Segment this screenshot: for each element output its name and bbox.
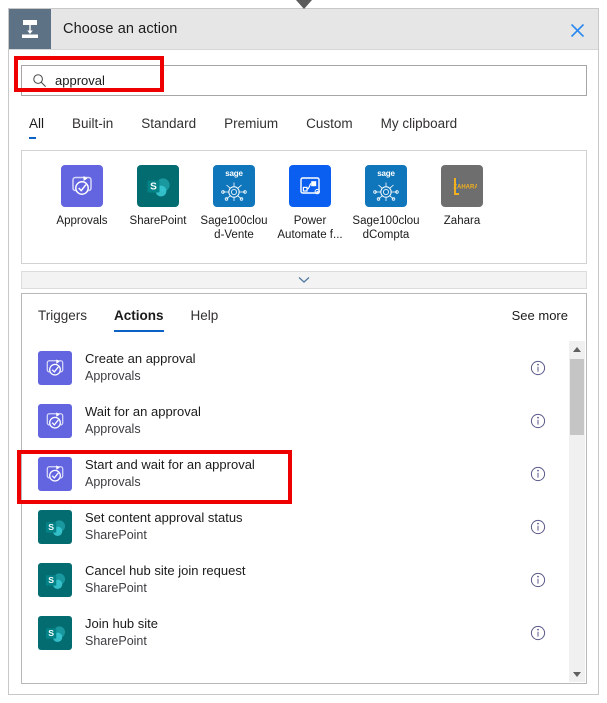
list-item-text: Set content approval status SharePoint (85, 509, 243, 544)
connector-label: Sage100cloud-Vente (200, 215, 268, 241)
list-item-title: Set content approval status (85, 510, 243, 525)
list-item-title: Start and wait for an approval (85, 457, 255, 472)
tab-actions[interactable]: Actions (114, 308, 164, 332)
connector-label: SharePoint (129, 215, 187, 227)
connector-filter-tabs: All Built-in Standard Premium Custom My … (29, 116, 586, 146)
connector-results-panel: Approvals S SharePoint sage Sage100cloud… (21, 150, 587, 264)
scroll-up-arrow-icon[interactable] (569, 341, 585, 357)
chevron-down-icon (298, 271, 310, 289)
tab-standard[interactable]: Standard (141, 116, 196, 139)
list-item-text: Create an approval Approvals (85, 350, 196, 385)
connector-zahara[interactable]: ZAHARA Zahara (424, 165, 500, 242)
connector-row: Approvals S SharePoint sage Sage100cloud… (22, 151, 586, 242)
close-icon[interactable] (565, 18, 589, 42)
list-item[interactable]: Create an approval Approvals (22, 341, 586, 394)
approvals-icon (61, 165, 103, 207)
search-icon (32, 73, 47, 88)
sage-wordmark: sage (377, 169, 395, 178)
sharepoint-icon: S (38, 615, 72, 650)
approvals-icon (38, 350, 72, 385)
list-item[interactable]: S Set content approval status SharePoint (22, 500, 586, 553)
info-icon[interactable] (530, 572, 546, 588)
list-item[interactable]: Wait for an approval Approvals (22, 394, 586, 447)
connector-sage100cloud-compta[interactable]: sage Sage100cloudCompta (348, 165, 424, 242)
list-item-title: Join hub site (85, 616, 158, 631)
connector-power-automate[interactable]: Power Automate f... (272, 165, 348, 242)
tab-all[interactable]: All (29, 116, 44, 139)
list-item-start-and-wait-for-an-approval[interactable]: Start and wait for an approval Approvals (22, 447, 586, 500)
search-input[interactable] (55, 73, 535, 88)
tab-custom[interactable]: Custom (306, 116, 353, 139)
results-tab-bar: Triggers Actions Help (38, 308, 245, 332)
connector-sage100cloud-vente[interactable]: sage Sage100cloud-Vente (196, 165, 272, 242)
insert-step-icon (9, 9, 51, 49)
connector-label: Sage100cloudCompta (352, 215, 420, 241)
page-title: Choose an action (63, 21, 178, 37)
dialog-window: Choose an action All Built-in Stand (8, 8, 599, 695)
list-item-title: Create an approval (85, 351, 196, 366)
list-item[interactable]: S Join hub site SharePoint (22, 606, 586, 659)
info-icon[interactable] (530, 466, 546, 482)
svg-text:S: S (48, 574, 54, 584)
list-item-title: Cancel hub site join request (85, 563, 246, 578)
list-item-subtitle: SharePoint (85, 581, 147, 595)
scrollbar-thumb[interactable] (570, 359, 584, 435)
info-icon[interactable] (530, 519, 546, 535)
dialog-caret-pointer (296, 0, 312, 9)
action-list: Create an approval Approvals Wait for an… (22, 341, 586, 683)
sharepoint-icon: S (38, 509, 72, 544)
power-automate-icon (289, 165, 331, 207)
sharepoint-icon: S (137, 165, 179, 207)
choose-an-action-dialog-screenshot: Choose an action All Built-in Stand (0, 0, 607, 703)
connector-label: Power Automate f... (277, 215, 343, 241)
list-item-text: Start and wait for an approval Approvals (85, 456, 255, 491)
dialog-header: Choose an action (9, 9, 598, 50)
search-box[interactable] (21, 65, 587, 96)
tab-built-in[interactable]: Built-in (72, 116, 113, 139)
list-item-text: Join hub site SharePoint (85, 615, 158, 650)
svg-text:S: S (150, 181, 157, 192)
list-item-subtitle: SharePoint (85, 528, 147, 542)
list-item-subtitle: Approvals (85, 369, 141, 383)
info-icon[interactable] (530, 360, 546, 376)
action-results-panel: Triggers Actions Help See more Create an… (21, 293, 587, 684)
connector-label: Approvals (56, 215, 108, 227)
tab-triggers[interactable]: Triggers (38, 308, 87, 332)
sage-wordmark: sage (225, 169, 243, 178)
approvals-icon (38, 456, 72, 491)
list-item[interactable]: S Cancel hub site join request SharePoin… (22, 553, 586, 606)
collapse-connectors-bar[interactable] (21, 271, 587, 289)
connector-approvals[interactable]: Approvals (44, 165, 120, 242)
connector-label: Zahara (443, 215, 481, 227)
info-icon[interactable] (530, 625, 546, 641)
approvals-icon (38, 403, 72, 438)
list-item-subtitle: Approvals (85, 475, 141, 489)
list-item-subtitle: SharePoint (85, 634, 147, 648)
tab-premium[interactable]: Premium (224, 116, 278, 139)
zahara-icon: ZAHARA (441, 165, 483, 207)
sage-icon: sage (365, 165, 407, 207)
info-icon[interactable] (530, 413, 546, 429)
sharepoint-icon: S (38, 562, 72, 597)
connector-sharepoint[interactable]: S SharePoint (120, 165, 196, 242)
action-list-scrollbar[interactable] (569, 341, 585, 682)
list-item-text: Cancel hub site join request SharePoint (85, 562, 245, 597)
svg-text:ZAHARA: ZAHARA (453, 185, 477, 191)
tab-my-clipboard[interactable]: My clipboard (381, 116, 458, 139)
scroll-down-arrow-icon[interactable] (569, 666, 585, 682)
svg-text:S: S (48, 627, 54, 637)
see-more-link[interactable]: See more (512, 308, 568, 323)
list-item-title: Wait for an approval (85, 404, 201, 419)
sage-icon: sage (213, 165, 255, 207)
list-item-text: Wait for an approval Approvals (85, 403, 201, 438)
tab-help[interactable]: Help (191, 308, 219, 332)
svg-text:S: S (48, 521, 54, 531)
list-item-subtitle: Approvals (85, 422, 141, 436)
